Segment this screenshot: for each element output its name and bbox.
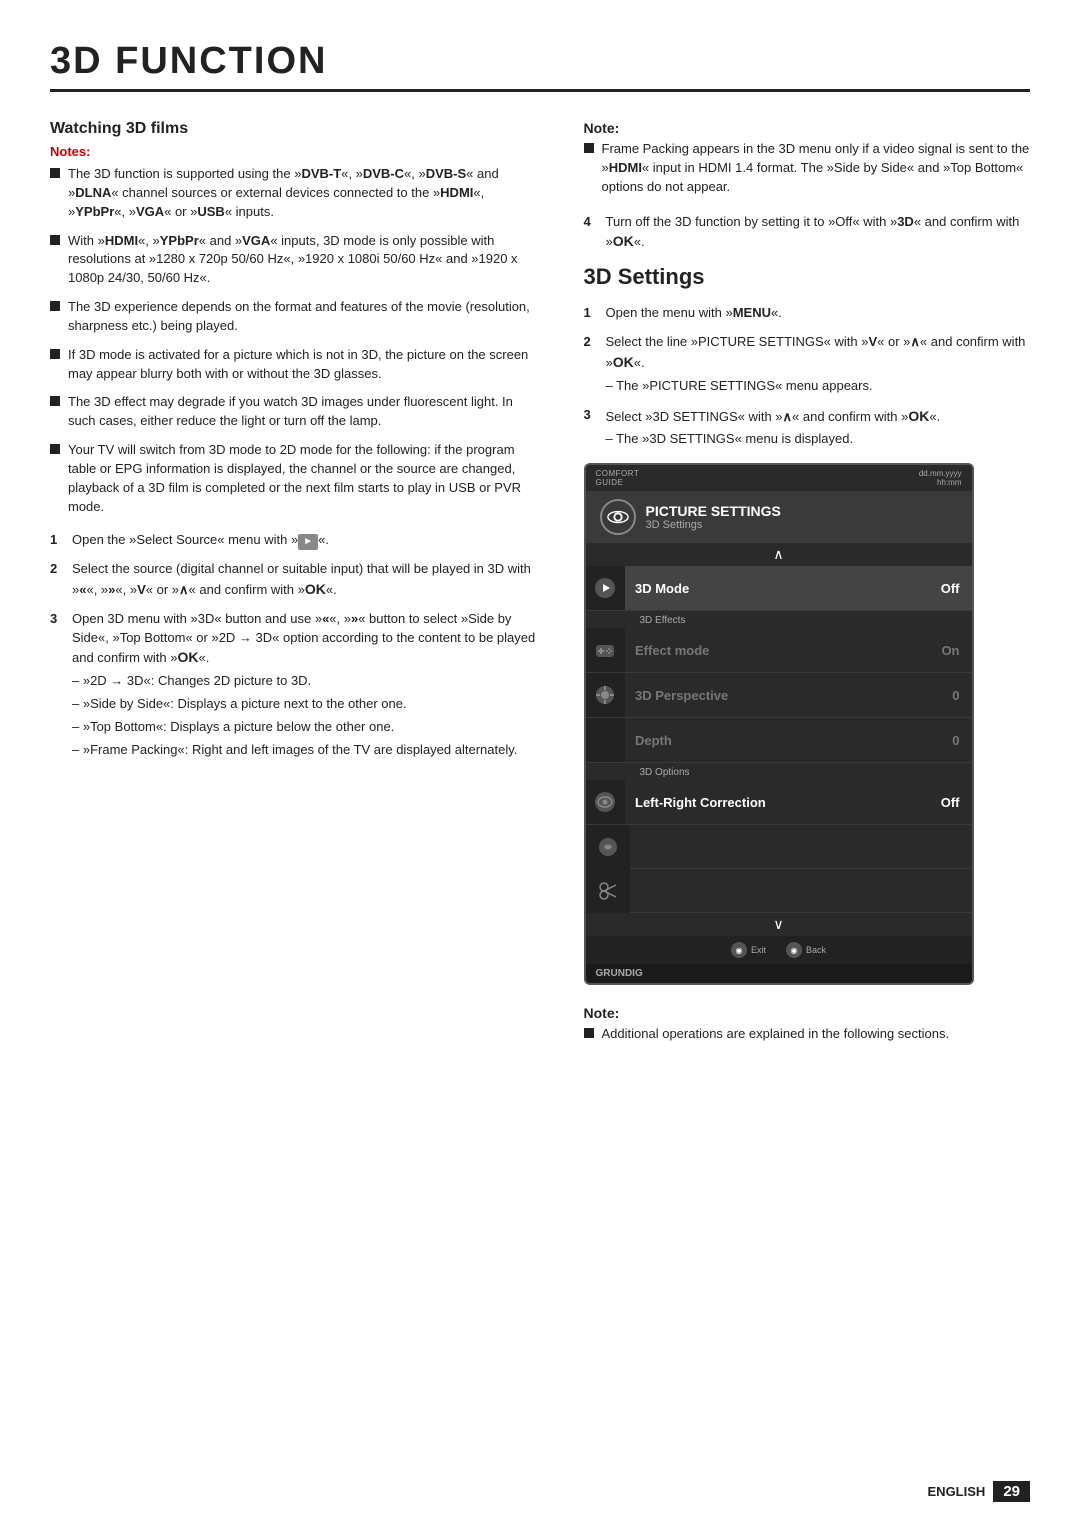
steps-list: 1 Open the »Select Source« menu with »►«… (50, 531, 544, 760)
page: 3D FUNCTION Watching 3D films Notes: The… (0, 0, 1080, 1532)
list-item: The 3D effect may degrade if you watch 3… (50, 393, 544, 431)
tv-row-label-left-right: Left-Right Correction (625, 789, 941, 816)
eye-icon (593, 790, 617, 814)
list-item: 2 Select the source (digital channel or … (50, 560, 544, 600)
tv-top-left: COMFORTGUIDE (596, 469, 640, 487)
tv-section-3d-effects: 3D Effects (586, 611, 972, 628)
scissors-icon (596, 879, 620, 903)
tv-exit-button[interactable]: ◉ Exit (731, 942, 766, 958)
bullet-icon (584, 143, 594, 153)
tv-row-icon-depth (586, 718, 626, 762)
note-bottom-label: Note: (584, 1005, 1031, 1021)
notes-bullet-list: The 3D function is supported using the »… (50, 165, 544, 517)
tv-row-icon-3d-mode (586, 566, 626, 610)
list-item: The 3D experience depends on the format … (50, 298, 544, 336)
bullet-icon (50, 301, 60, 311)
tv-row-icon-effect-mode (586, 628, 626, 672)
tv-row-icon-perspective (586, 673, 626, 717)
tv-row-icon-extra2 (586, 869, 630, 913)
note-top-bullet: Frame Packing appears in the 3D menu onl… (584, 140, 1031, 197)
tv-menu-title: PICTURE SETTINGS (646, 503, 781, 519)
tv-row-value-3d-perspective: 0 (952, 688, 971, 703)
page-footer: ENGLISH 29 (928, 1481, 1030, 1502)
list-item: Your TV will switch from 3D mode to 2D m… (50, 441, 544, 516)
settings-icon (593, 683, 617, 707)
tv-menu-subtitle: 3D Settings (646, 519, 781, 531)
back-button-icon: ◉ (786, 942, 802, 958)
tv-top-right: dd.mm.yyyyhh:mm (919, 469, 962, 487)
left-column: Watching 3D films Notes: The 3D function… (50, 120, 544, 1060)
list-item: 4 Turn off the 3D function by setting it… (584, 213, 1031, 253)
back-label: Back (806, 945, 826, 955)
note-top-label: Note: (584, 120, 1031, 136)
tv-row-effect-mode[interactable]: Effect mode On (586, 628, 972, 673)
list-item: 3 Select »3D SETTINGS« with »∧« and conf… (584, 406, 1031, 450)
game-controller-icon (593, 638, 617, 662)
step4-list: 4 Turn off the 3D function by setting it… (584, 213, 1031, 253)
bullet-icon (50, 235, 60, 245)
tv-row-label-effect-mode: Effect mode (625, 637, 941, 664)
tv-menu-title-block: PICTURE SETTINGS 3D Settings (646, 503, 781, 531)
tv-row-label-3d-perspective: 3D Perspective (625, 682, 952, 709)
tv-row-value-effect-mode: On (941, 643, 971, 658)
tv-row-3d-mode[interactable]: 3D Mode Off (586, 566, 972, 611)
tv-menu-icon (600, 499, 636, 535)
note-bottom-block: Note: Additional operations are explaine… (584, 1005, 1031, 1044)
arrow-icon (596, 835, 620, 859)
bullet-icon (584, 1028, 594, 1038)
picture-settings-icon (607, 506, 629, 528)
list-item: 1 Open the menu with »MENU«. (584, 304, 1031, 323)
source-icon (593, 576, 617, 600)
tv-row-extra1[interactable] (586, 825, 972, 869)
tv-row-value-depth: 0 (952, 733, 971, 748)
tv-menu-header: PICTURE SETTINGS 3D Settings (586, 491, 972, 543)
tv-row-label-depth: Depth (625, 727, 952, 754)
page-number: 29 (993, 1481, 1030, 1502)
bullet-icon (50, 168, 60, 178)
settings-heading: 3D Settings (584, 264, 1031, 290)
tv-row-value-3d-mode: Off (941, 581, 972, 596)
list-item: If 3D mode is activated for a picture wh… (50, 346, 544, 384)
tv-menu-body: 3D Mode Off 3D Effects (586, 566, 972, 913)
exit-button-icon: ◉ (731, 942, 747, 958)
bullet-icon (50, 396, 60, 406)
tv-row-icon-left-right (586, 780, 626, 824)
right-column: Note: Frame Packing appears in the 3D me… (584, 120, 1031, 1060)
page-language: ENGLISH (928, 1484, 986, 1499)
page-title: 3D FUNCTION (50, 40, 1030, 92)
tv-row-icon-extra1 (586, 825, 630, 869)
note-top-block: Note: Frame Packing appears in the 3D me… (584, 120, 1031, 197)
tv-row-depth[interactable]: Depth 0 (586, 718, 972, 763)
two-column-layout: Watching 3D films Notes: The 3D function… (50, 120, 1030, 1060)
tv-top-bar: COMFORTGUIDE dd.mm.yyyyhh:mm (586, 465, 972, 491)
tv-row-extra2[interactable] (586, 869, 972, 913)
list-item: 1 Open the »Select Source« menu with »►«… (50, 531, 544, 551)
tv-row-label-3d-mode: 3D Mode (625, 575, 941, 602)
note-bottom-bullet: Additional operations are explained in t… (584, 1025, 1031, 1044)
tv-row-left-right[interactable]: Left-Right Correction Off (586, 780, 972, 825)
tv-row-value-left-right: Off (941, 795, 972, 810)
tv-back-button[interactable]: ◉ Back (786, 942, 826, 958)
exit-label: Exit (751, 945, 766, 955)
bullet-icon (50, 444, 60, 454)
tv-row-3d-perspective[interactable]: 3D Perspective 0 (586, 673, 972, 718)
list-item: The 3D function is supported using the »… (50, 165, 544, 222)
bullet-icon (50, 349, 60, 359)
tv-chevron-down: ∨ (586, 913, 972, 936)
tv-bottom-bar: ◉ Exit ◉ Back (586, 936, 972, 964)
notes-label: Notes: (50, 144, 544, 159)
list-item: With »HDMI«, »YPbPr« and »VGA« inputs, 3… (50, 232, 544, 289)
watching-3d-heading: Watching 3D films (50, 120, 544, 138)
tv-screen-mockup: COMFORTGUIDE dd.mm.yyyyhh:mm PICT (584, 463, 974, 985)
tv-chevron-up: ∧ (586, 543, 972, 566)
tv-section-3d-options: 3D Options (586, 763, 972, 780)
settings-steps-list: 1 Open the menu with »MENU«. 2 Select th… (584, 304, 1031, 449)
list-item: 2 Select the line »PICTURE SETTINGS« wit… (584, 333, 1031, 396)
tv-grundig-logo: GRUNDIG (586, 964, 972, 983)
list-item: 3 Open 3D menu with »3D« button and use … (50, 610, 544, 760)
